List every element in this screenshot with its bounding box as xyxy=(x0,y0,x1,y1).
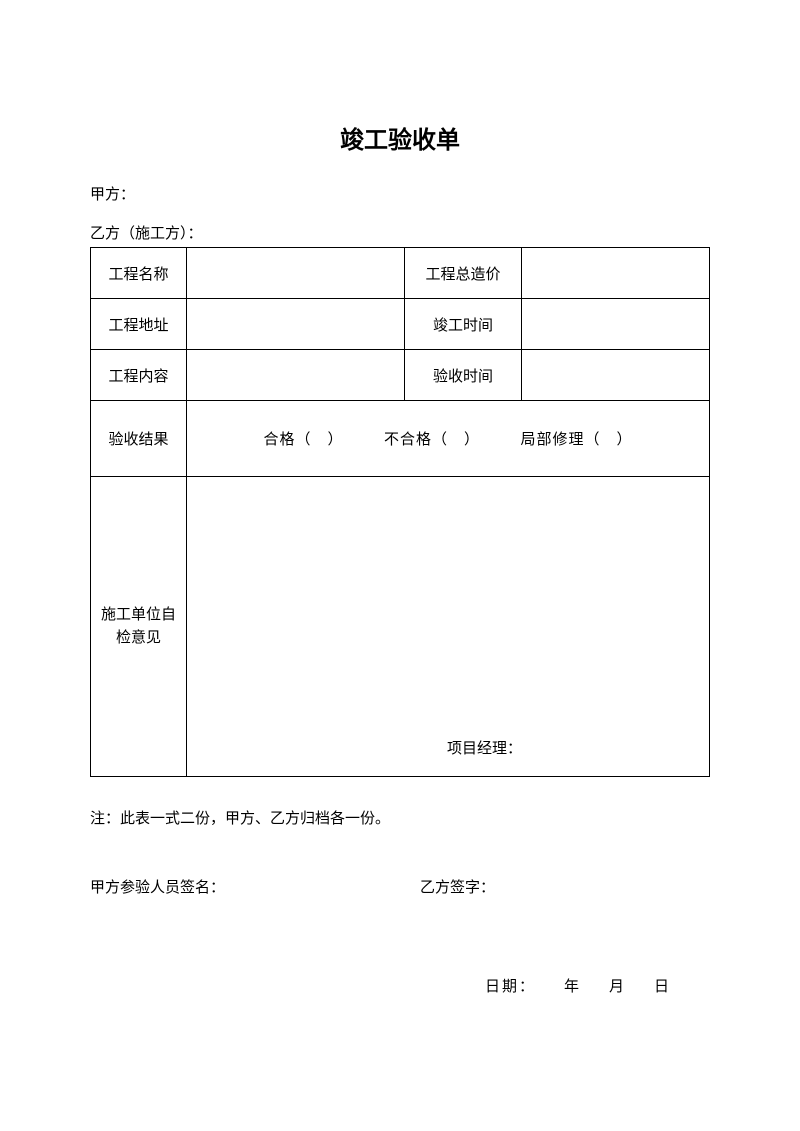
acceptance-time-label: 验收时间 xyxy=(405,350,522,401)
signature-row: 甲方参验人员签名： 乙方签字： xyxy=(90,876,710,897)
date-label: 日期： xyxy=(485,979,536,995)
acceptance-result-label: 验收结果 xyxy=(91,401,187,477)
self-inspection-content: 项目经理： xyxy=(187,477,710,777)
table-row: 施工单位自 检意见 项目经理： xyxy=(91,477,710,777)
table-row: 工程内容 验收时间 xyxy=(91,350,710,401)
project-content-value xyxy=(187,350,405,401)
total-cost-label: 工程总造价 xyxy=(405,248,522,299)
party-b-signature-label: 乙方签字： xyxy=(420,876,495,897)
document-title: 竣工验收单 xyxy=(90,120,710,155)
project-address-label: 工程地址 xyxy=(91,299,187,350)
project-name-label: 工程名称 xyxy=(91,248,187,299)
table-row: 工程地址 竣工时间 xyxy=(91,299,710,350)
total-cost-value xyxy=(522,248,710,299)
date-row: 日期： 年 月 日 xyxy=(90,975,710,996)
date-month: 月 xyxy=(609,979,626,995)
project-address-value xyxy=(187,299,405,350)
party-a-label: 甲方： xyxy=(90,183,710,204)
project-content-label: 工程内容 xyxy=(91,350,187,401)
form-note: 注：此表一式二份，甲方、乙方归档各一份。 xyxy=(90,807,710,828)
party-a-signature-label: 甲方参验人员签名： xyxy=(90,876,420,897)
date-day: 日 xyxy=(654,979,671,995)
self-inspection-label: 施工单位自 检意见 xyxy=(91,477,187,777)
project-manager-label: 项目经理： xyxy=(447,737,522,758)
acceptance-time-value xyxy=(522,350,710,401)
acceptance-table: 工程名称 工程总造价 工程地址 竣工时间 工程内容 验收时间 验收结果 合格（ … xyxy=(90,247,710,777)
table-row: 工程名称 工程总造价 xyxy=(91,248,710,299)
table-row: 验收结果 合格（ ） 不合格（ ） 局部修理（ ） xyxy=(91,401,710,477)
date-year: 年 xyxy=(564,979,581,995)
acceptance-result-options: 合格（ ） 不合格（ ） 局部修理（ ） xyxy=(187,401,710,477)
project-name-value xyxy=(187,248,405,299)
party-b-label: 乙方（施工方）： xyxy=(90,222,710,243)
completion-time-value xyxy=(522,299,710,350)
completion-time-label: 竣工时间 xyxy=(405,299,522,350)
